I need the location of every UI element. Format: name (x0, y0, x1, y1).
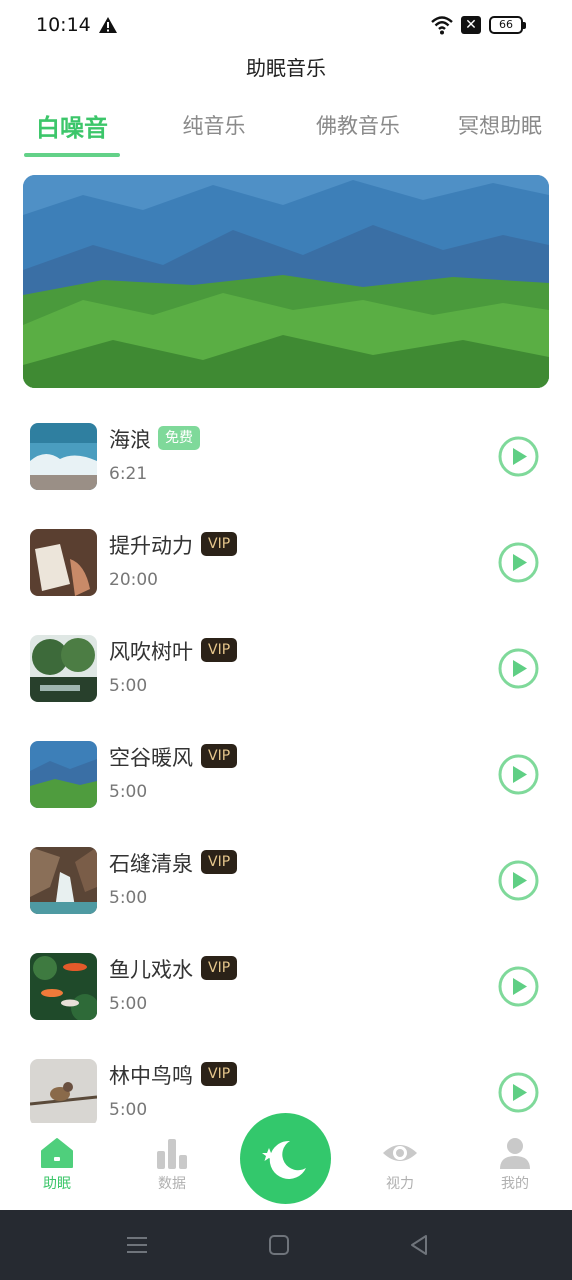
warning-icon (99, 17, 117, 33)
vip-badge: VIP (201, 850, 238, 874)
play-icon[interactable] (498, 860, 539, 901)
tab-white-noise[interactable]: 白噪音 (24, 108, 120, 148)
moon-icon (262, 1140, 306, 1179)
nav-label: 数据 (158, 1176, 186, 1192)
status-bar: 10:14 ✕ 66 (0, 0, 572, 50)
system-nav-bar (0, 1210, 572, 1280)
track-duration: 5:00 (109, 994, 148, 1014)
category-tabs: 白噪音 纯音乐 佛教音乐 冥想助眠 (0, 110, 572, 160)
track-thumbnail (30, 741, 97, 808)
bottom-nav: 助眠 数据 视力 我的 (0, 1113, 572, 1210)
play-icon[interactable] (498, 648, 539, 689)
tab-meditation[interactable]: 冥想助眠 (448, 110, 552, 150)
sim-icon: ✕ (461, 16, 481, 34)
track-duration: 20:00 (109, 570, 158, 590)
tab-pure-music[interactable]: 纯音乐 (166, 110, 262, 150)
track-name: 空谷暖风 (109, 746, 193, 770)
track-row[interactable]: 石缝清泉 VIP 5:00 (0, 830, 572, 936)
menu-icon[interactable] (126, 1234, 148, 1256)
nav-label: 视力 (386, 1176, 414, 1192)
track-row[interactable]: 提升动力 VIP 20:00 (0, 512, 572, 618)
track-row[interactable]: 空谷暖风 VIP 5:00 (0, 724, 572, 830)
track-name: 风吹树叶 (109, 640, 193, 664)
vip-badge: VIP (201, 532, 238, 556)
banner-image[interactable] (23, 175, 549, 388)
tab-buddhist-music[interactable]: 佛教音乐 (306, 110, 410, 150)
vip-badge: VIP (201, 956, 238, 980)
track-duration: 5:00 (109, 782, 148, 802)
play-icon[interactable] (498, 754, 539, 795)
track-row[interactable]: 林中鸟鸣 VIP 5:00 (0, 1042, 572, 1123)
track-row[interactable]: 风吹树叶 VIP 5:00 (0, 618, 572, 724)
track-thumbnail (30, 635, 97, 702)
track-name: 鱼儿戏水 (109, 958, 193, 982)
vip-badge: VIP (201, 1062, 238, 1086)
back-icon[interactable] (408, 1234, 430, 1256)
track-thumbnail (30, 953, 97, 1020)
track-thumbnail (30, 529, 97, 596)
vip-badge: VIP (201, 744, 238, 768)
battery-icon: 66 (489, 16, 526, 34)
nav-vision[interactable]: 视力 (360, 1137, 440, 1193)
page-title: 助眠音乐 (246, 56, 326, 80)
wifi-icon (431, 16, 453, 35)
track-duration: 5:00 (109, 888, 148, 908)
home-button-icon[interactable] (268, 1234, 290, 1256)
play-icon[interactable] (498, 1072, 539, 1113)
play-icon[interactable] (498, 542, 539, 583)
track-duration: 5:00 (109, 1100, 148, 1120)
play-icon[interactable] (498, 966, 539, 1007)
nav-data[interactable]: 数据 (132, 1137, 212, 1193)
track-row[interactable]: 鱼儿戏水 VIP 5:00 (0, 936, 572, 1042)
track-name: 林中鸟鸣 (109, 1064, 193, 1088)
nav-sleep[interactable]: 助眠 (17, 1137, 97, 1193)
track-thumbnail (30, 423, 97, 490)
track-list: 海浪 免费 6:21 提升动力 VIP 20:00 风吹树叶 VIP 5:00 … (0, 406, 572, 1123)
status-time: 10:14 (36, 14, 91, 36)
tab-active-indicator (24, 153, 120, 157)
nav-mine[interactable]: 我的 (475, 1137, 555, 1193)
track-duration: 6:21 (109, 464, 148, 484)
track-thumbnail (30, 1059, 97, 1123)
sleep-mode-button[interactable] (240, 1113, 331, 1204)
track-name: 海浪 (109, 428, 151, 452)
track-thumbnail (30, 847, 97, 914)
user-icon (500, 1138, 530, 1169)
track-name: 提升动力 (109, 534, 193, 558)
play-icon[interactable] (498, 436, 539, 477)
nav-label: 助眠 (43, 1176, 71, 1192)
vip-badge: VIP (201, 638, 238, 662)
track-name: 石缝清泉 (109, 852, 193, 876)
eye-icon (383, 1145, 417, 1161)
track-duration: 5:00 (109, 676, 148, 696)
bar-chart-icon (157, 1139, 187, 1169)
free-badge: 免费 (158, 426, 200, 450)
nav-label: 我的 (501, 1176, 529, 1192)
track-row[interactable]: 海浪 免费 6:21 (0, 406, 572, 512)
home-icon (41, 1138, 73, 1168)
